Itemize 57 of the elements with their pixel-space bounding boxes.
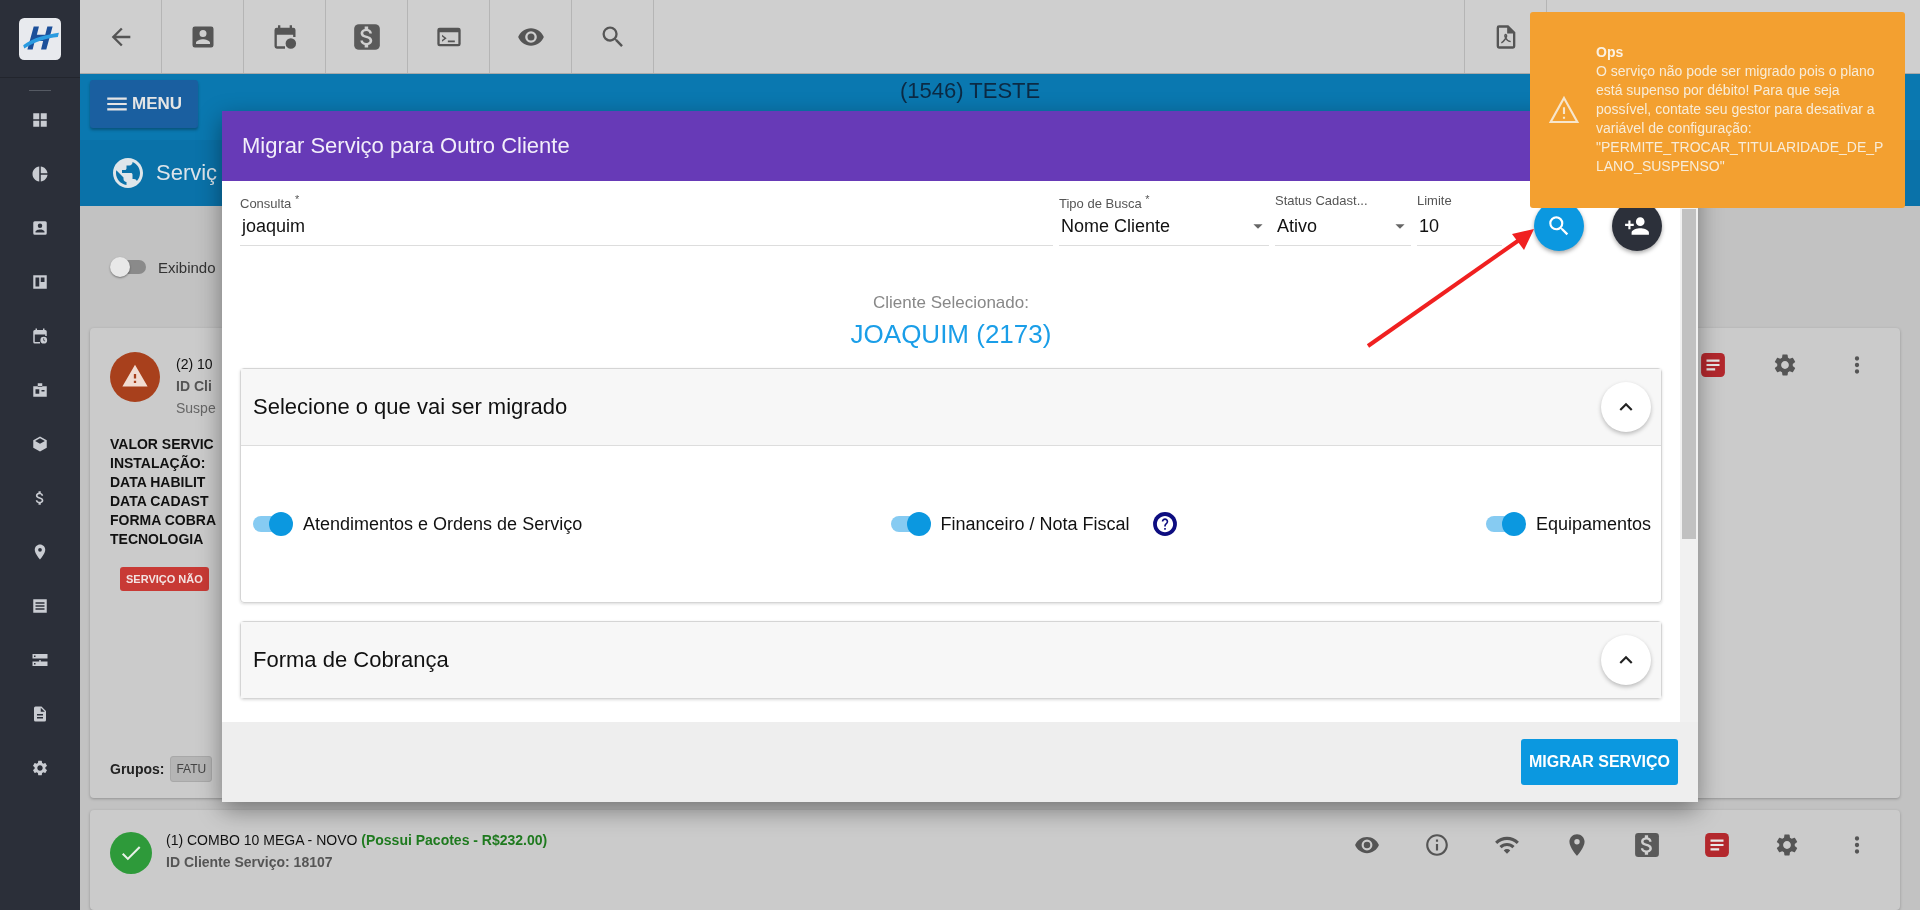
server-icon[interactable] [31,651,49,669]
option-label: Financeiro / Nota Fiscal [940,513,1130,535]
info-icon[interactable] [1424,832,1450,858]
input-field[interactable]: Consulta $^{*}$ joaquim [240,193,1053,246]
selected-client-label: Cliente Selecionado: [873,293,1029,313]
dialog-title: Migrar Serviço para Outro Cliente [242,133,570,159]
id-badge-icon[interactable] [31,381,49,399]
file-icon[interactable] [31,705,49,723]
pie-chart-icon[interactable] [31,165,49,183]
check-icon [110,832,152,874]
settings-icon[interactable] [31,759,49,777]
dollar-icon[interactable] [352,22,381,51]
display-toggle[interactable] [110,256,148,278]
contact-card-icon[interactable] [31,219,49,237]
page-title: (1546) TESTE [900,78,1041,105]
dollar-icon[interactable] [1634,832,1660,858]
menu-button[interactable]: MENU [90,80,199,129]
detail-label: DATA HABILIT [110,474,206,490]
toggle-switch[interactable] [251,511,293,537]
calendar-clock-icon[interactable] [31,327,49,345]
help-icon[interactable] [1151,511,1178,537]
toast-message: O serviço não pode ser migrado pois o plano está supenso por débito! Para que seja possível, contate seu gestor para desativar a variável de configuração: "PERMITE_TROCAR_TITULARIDADE_DE_PLANO_SUSPENSO" [1596,62,1885,176]
group-chip: FATU [170,756,213,782]
panel-title: Forma de Cobrança [253,647,449,673]
cube-icon[interactable] [31,435,49,453]
service-title: (1) COMBO 10 MEGA - NOVO (Possui Pacotes - R$232.00) [166,832,548,848]
service-id: ID Cliente Serviço: 18107 [166,854,334,870]
service-title: (2) 10 [176,356,214,372]
select-field[interactable]: Tipo de Busca $^{*}$ Nome Cliente [1059,193,1269,246]
report-icon[interactable] [1700,352,1726,378]
settings-icon[interactable] [1772,352,1798,378]
warning-icon [1548,94,1580,126]
input-field[interactable]: Limite 10 [1417,193,1502,246]
groups-label: Grupos: [110,761,165,777]
settings-icon[interactable] [1774,832,1800,858]
report-icon[interactable] [1704,832,1730,858]
detail-label: FORMA COBRA [110,512,217,528]
list-icon[interactable] [31,597,49,615]
service-id: ID Cli [176,378,213,394]
status-badge: SERVIÇO NÃO [120,567,209,591]
detail-label: TECNOLOGIA [110,531,204,547]
panel-title: Selecione o que vai ser migrado [253,394,568,420]
warning-icon [110,352,160,402]
select-field[interactable]: Status Cadast... Ativo [1275,193,1411,246]
selected-client-name: JOAQUIM (2173) [850,319,1052,350]
service-status: Suspe [176,400,216,416]
option-label: Atendimentos e Ordens de Serviço [303,513,583,535]
board-icon[interactable] [31,273,49,291]
toast-title: Ops [1596,44,1625,61]
option-label: Equipamentos [1535,513,1651,535]
section-title: Serviç [156,160,218,187]
logo-icon[interactable] [19,17,61,60]
detail-label: INSTALAÇÃO: [110,455,206,471]
detail-label: DATA CADAST [110,493,209,509]
grid-icon[interactable] [31,111,49,129]
toggle-label: Exibindo [158,258,216,276]
detail-label: VALOR SERVIC [110,436,214,452]
